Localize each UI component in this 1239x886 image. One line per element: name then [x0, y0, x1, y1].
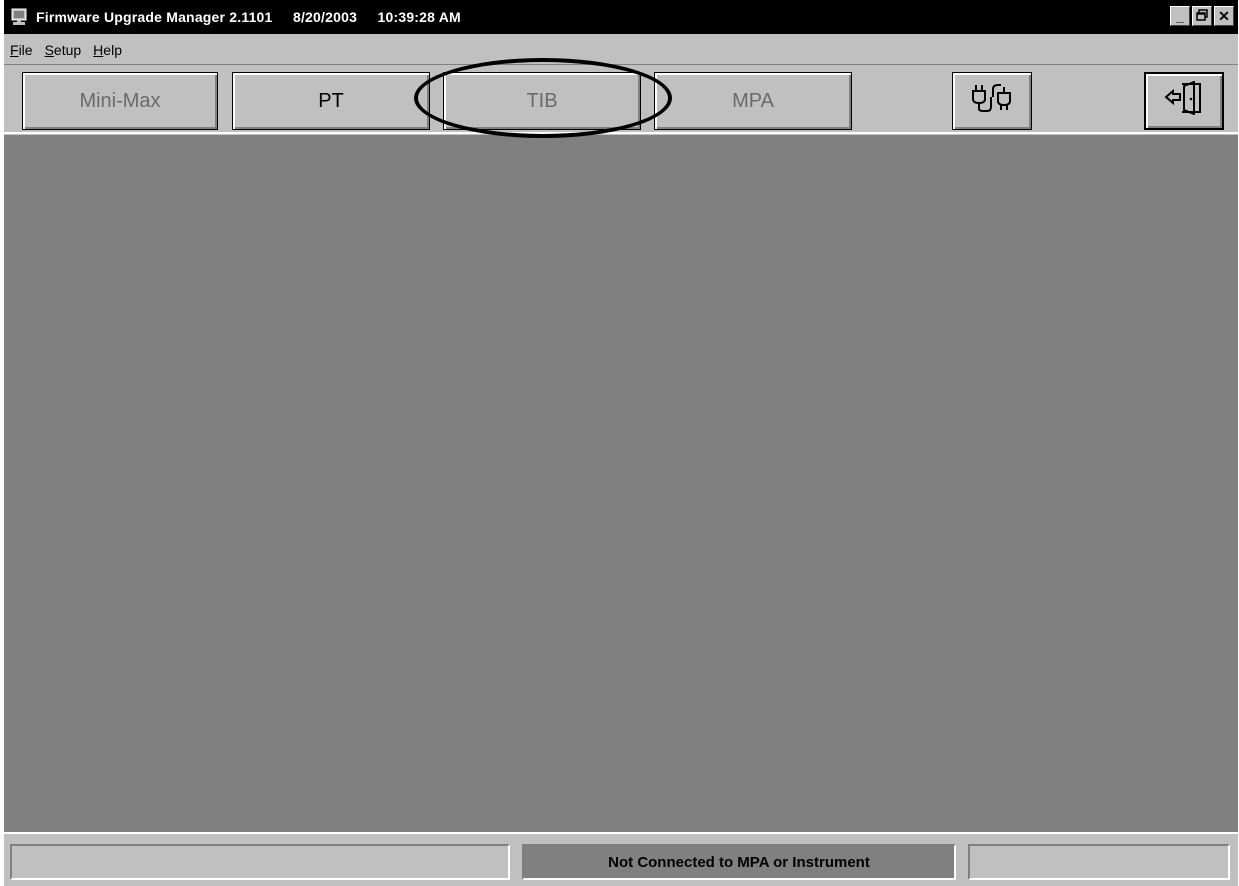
status-pane-right — [968, 844, 1230, 880]
mpa-button[interactable]: MPA — [654, 72, 852, 130]
connect-button[interactable] — [952, 72, 1032, 130]
workspace-area — [4, 135, 1238, 832]
exit-button[interactable] — [1144, 72, 1224, 130]
menu-file[interactable]: File — [4, 42, 39, 58]
menu-help-accelerator: H — [93, 42, 104, 58]
menu-setup-accelerator: S — [44, 42, 54, 58]
mpa-button-label: MPA — [732, 89, 774, 112]
window-title: Firmware Upgrade Manager 2.1101 8/20/200… — [36, 9, 461, 25]
menu-help-label: elp — [103, 42, 122, 58]
window-controls: _ ✕ — [1170, 6, 1234, 26]
minimize-icon: _ — [1176, 8, 1184, 24]
pt-button[interactable]: PT — [232, 72, 430, 130]
connect-plug-icon — [970, 83, 1014, 119]
menu-bar: File Setup Help — [4, 36, 1238, 64]
app-window: Firmware Upgrade Manager 2.1101 8/20/200… — [4, 0, 1238, 886]
toolbar: Mini-Max PT TIB MPA — [4, 64, 1238, 134]
maximize-button[interactable] — [1192, 6, 1212, 26]
pt-button-label: PT — [318, 89, 344, 112]
title-bar[interactable]: Firmware Upgrade Manager 2.1101 8/20/200… — [4, 0, 1238, 34]
exit-door-icon — [1164, 80, 1204, 121]
menu-help[interactable]: Help — [87, 42, 128, 58]
minimax-button[interactable]: Mini-Max — [22, 72, 218, 130]
minimax-button-label: Mini-Max — [79, 89, 161, 112]
close-icon: ✕ — [1218, 8, 1230, 24]
close-button[interactable]: ✕ — [1214, 6, 1234, 26]
menu-file-accelerator: F — [10, 42, 19, 58]
menu-setup[interactable]: Setup — [39, 42, 88, 58]
tib-button[interactable]: TIB — [443, 72, 641, 130]
minimize-button[interactable]: _ — [1170, 6, 1190, 26]
menu-file-label: ile — [18, 42, 33, 58]
connection-status-text: Not Connected to MPA or Instrument — [608, 853, 870, 871]
tib-button-label: TIB — [526, 89, 558, 112]
app-monitor-icon — [10, 8, 28, 26]
maximize-icon — [1196, 9, 1208, 23]
connection-status: Not Connected to MPA or Instrument — [522, 844, 956, 880]
menu-setup-label: etup — [53, 42, 82, 58]
status-pane-left — [10, 844, 510, 880]
status-bar: Not Connected to MPA or Instrument — [4, 832, 1238, 886]
